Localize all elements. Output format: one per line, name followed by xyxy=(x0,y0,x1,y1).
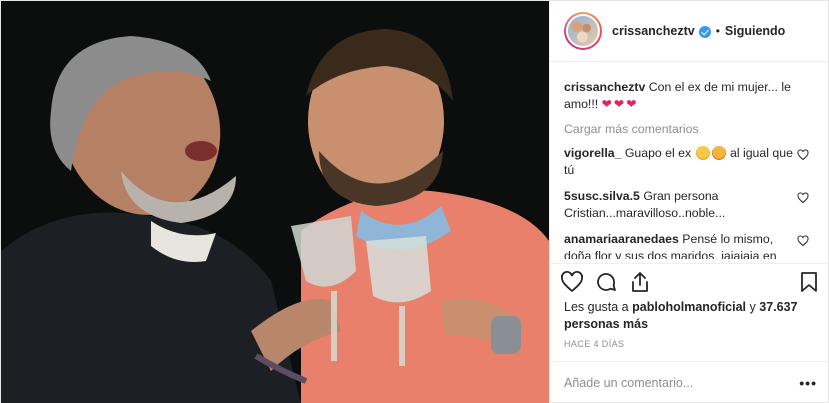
comment-username[interactable]: vigorella_ xyxy=(564,146,621,160)
comment-username[interactable]: 5susc.silva.5 xyxy=(564,189,640,203)
comment-bubble-icon[interactable] xyxy=(594,270,618,294)
post-photo-image xyxy=(1,1,549,403)
avatar[interactable] xyxy=(564,12,602,50)
comment-item: vigorella_ Guapo el ex al igual que tú xyxy=(564,145,817,179)
post-photo[interactable] xyxy=(1,1,549,403)
likes-prefix: Les gusta a xyxy=(564,300,629,314)
comment-item: 5susc.silva.5 Gran persona Cristian...ma… xyxy=(564,188,817,222)
header-separator: • xyxy=(715,24,720,38)
likes-and: y xyxy=(749,300,756,314)
comment-username[interactable]: anamariaaranedaes xyxy=(564,232,679,246)
add-comment-input[interactable] xyxy=(564,376,800,390)
instagram-post: crissancheztv • Siguiendo crissancheztv … xyxy=(0,0,829,403)
comment-like-heart-icon[interactable] xyxy=(797,192,809,204)
header-username[interactable]: crissancheztv xyxy=(612,24,695,38)
verified-badge-icon xyxy=(698,26,711,38)
post-header: crissancheztv • Siguiendo xyxy=(550,1,828,62)
more-options-icon[interactable]: ••• xyxy=(799,375,817,391)
heart-outline-icon[interactable] xyxy=(560,270,584,294)
comment-like-heart-icon[interactable] xyxy=(797,149,809,161)
following-button[interactable]: Siguiendo xyxy=(725,24,785,38)
comments-list[interactable]: crissancheztv Con el ex de mi mujer... l… xyxy=(550,73,829,259)
post-date[interactable]: HACE 4 DÍAS xyxy=(564,339,624,349)
comment-text: Guapo el ex xyxy=(624,146,692,160)
caption-username[interactable]: crissancheztv xyxy=(564,80,645,94)
post-actions xyxy=(550,263,829,299)
post-sidebar: crissancheztv • Siguiendo crissancheztv … xyxy=(549,1,829,403)
load-more-comments-link[interactable]: Cargar más comentarios xyxy=(564,122,817,136)
comment-item: anamariaaranedaes Pensé lo mismo, doña f… xyxy=(564,231,817,259)
avatar-image xyxy=(566,14,600,48)
caption-hearts: ❤❤❤ xyxy=(601,97,639,111)
likes-summary: Les gusta a pabloholmanoficial y 37.637 … xyxy=(564,299,819,333)
likes-user-link[interactable]: pabloholmanoficial xyxy=(632,300,746,314)
smile-emoji-icon xyxy=(695,146,710,160)
comment-like-heart-icon[interactable] xyxy=(797,235,809,247)
post-caption: crissancheztv Con el ex de mi mujer... l… xyxy=(564,79,817,113)
bookmark-icon[interactable] xyxy=(797,270,821,294)
yum-emoji-icon xyxy=(711,146,726,160)
add-comment-bar: ••• xyxy=(550,361,829,403)
share-upload-icon[interactable] xyxy=(628,270,652,294)
